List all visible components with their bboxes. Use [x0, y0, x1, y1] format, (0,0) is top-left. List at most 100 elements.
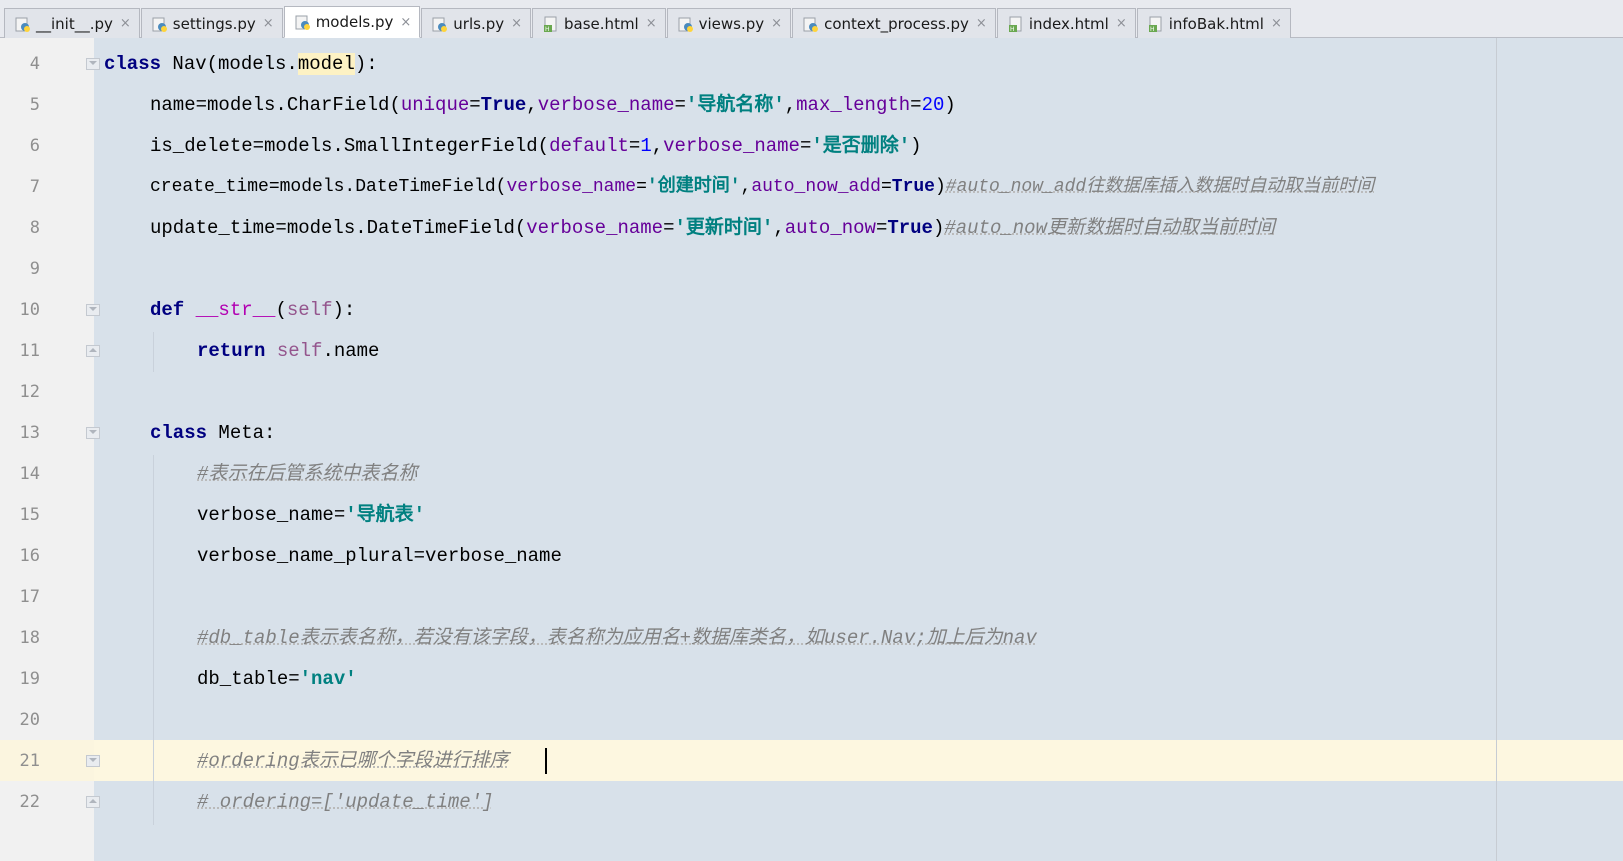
code-text: , [740, 177, 752, 197]
svg-text:H: H [1150, 26, 1155, 32]
tab-label: views.py [698, 14, 765, 33]
code-text: = [875, 217, 888, 239]
close-icon[interactable]: × [646, 16, 657, 31]
string-literal: '导航表' [345, 504, 426, 526]
line-code: class Meta: [150, 413, 275, 454]
python-file-icon [803, 16, 819, 32]
string-literal: '创建时间' [646, 177, 741, 197]
comment: #auto_now更新数据时自动取当前时间 [944, 217, 1275, 239]
text-caret [545, 748, 547, 774]
line-code: #表示在后管系统中表名称 [197, 454, 417, 495]
code-line-current[interactable]: 21 #ordering表示已哪个字段进行排序 [0, 741, 1623, 782]
tab-label: __init__.py [36, 14, 113, 33]
line-code: def __str__(self): [150, 290, 355, 331]
keyword: class [104, 53, 162, 75]
comment: #auto_now_add往数据库插入数据时自动取当前时间 [945, 177, 1375, 197]
code-text: ( [275, 299, 287, 321]
code-line[interactable]: 10 def __str__(self): [0, 290, 1623, 331]
line-number: 10 [19, 300, 40, 320]
code-line[interactable]: 22 # ordering=['update_time'] [0, 782, 1623, 823]
code-line[interactable]: 12 [0, 372, 1623, 413]
code-line[interactable]: 19 db_table='nav' [0, 659, 1623, 700]
comment: #db_table表示表名称，若没有该字段，表名称为应用名+数据库类名，如use… [197, 627, 1037, 649]
code-text: = [799, 135, 812, 157]
code-text: create_time=models.DateTimeField( [150, 177, 507, 197]
tab-models-py[interactable]: models.py × [283, 6, 421, 38]
close-icon[interactable]: × [511, 16, 522, 31]
code-line[interactable]: 14 #表示在后管系统中表名称 [0, 454, 1623, 495]
code-line[interactable]: 20 [0, 700, 1623, 741]
code-line[interactable]: 8 update_time=models.DateTimeField(verbo… [0, 208, 1623, 249]
tab-label: base.html [564, 14, 639, 33]
line-number: 15 [19, 505, 40, 525]
code-text: , [526, 94, 538, 116]
line-number: 13 [19, 423, 40, 443]
code-line[interactable]: 13 class Meta: [0, 413, 1623, 454]
line-number: 6 [29, 136, 40, 156]
code-line[interactable]: 5 name=models.CharField(unique=True,verb… [0, 85, 1623, 126]
tab-init-py[interactable]: __init__.py × [4, 8, 140, 38]
code-line[interactable]: 11 return self.name [0, 331, 1623, 372]
code-text: db_table= [197, 668, 300, 690]
editor-tab-bar: __init__.py × settings.py × models.py × … [0, 0, 1623, 38]
code-text: = [880, 177, 892, 197]
comment: #ordering表示已哪个字段进行排序 [197, 750, 509, 772]
line-number: 17 [19, 587, 40, 607]
code-text: = [636, 177, 647, 197]
tab-label: urls.py [453, 14, 505, 33]
code-line[interactable]: 9 [0, 249, 1623, 290]
highlighted-identifier: model [297, 53, 355, 75]
keyword: class [150, 422, 208, 444]
line-number: 4 [29, 54, 40, 74]
keyword: def [150, 299, 185, 321]
tab-label: settings.py [172, 14, 256, 33]
svg-text:H: H [1010, 26, 1015, 32]
tab-settings-py[interactable]: settings.py × [140, 8, 283, 38]
html-file-icon: H [543, 16, 559, 32]
python-file-icon [295, 14, 311, 30]
tab-label: infoBak.html [1168, 14, 1264, 33]
tab-label: models.py [315, 13, 394, 31]
close-icon[interactable]: × [976, 16, 987, 31]
line-number: 8 [29, 218, 40, 238]
line-code: is_delete=models.SmallIntegerField(defau… [150, 126, 922, 167]
line-code: create_time=models.DateTimeField(verbose… [150, 167, 1374, 208]
close-icon[interactable]: × [120, 16, 131, 31]
code-text: , [784, 94, 797, 116]
close-icon[interactable]: × [400, 15, 411, 30]
function-name: __str__ [195, 299, 276, 321]
line-number: 12 [19, 382, 40, 402]
self-keyword: self [276, 340, 323, 362]
code-line[interactable]: 16 verbose_name_plural=verbose_name [0, 536, 1623, 577]
line-code: name=models.CharField(unique=True,verbos… [150, 85, 956, 126]
line-number: 11 [19, 341, 40, 361]
close-icon[interactable]: × [771, 16, 782, 31]
tab-context-process-py[interactable]: context_process.py × [792, 8, 996, 38]
close-icon[interactable]: × [1116, 16, 1127, 31]
line-number: 5 [29, 95, 40, 115]
tab-base-html[interactable]: H base.html × [532, 8, 666, 38]
code-line[interactable]: 18 #db_table表示表名称，若没有该字段，表名称为应用名+数据库类名，如… [0, 618, 1623, 659]
tab-views-py[interactable]: views.py × [666, 8, 792, 38]
code-text: ): [354, 53, 378, 75]
tab-infobak-html[interactable]: H infoBak.html × [1136, 8, 1291, 38]
kwarg: unique [400, 94, 470, 116]
line-number: 7 [29, 177, 40, 197]
line-number: 19 [19, 669, 40, 689]
line-code: db_table='nav' [197, 659, 357, 700]
code-line[interactable]: 4 class Nav(models.model): [0, 44, 1623, 85]
line-code: return self.name [197, 331, 379, 372]
tab-urls-py[interactable]: urls.py × [421, 8, 532, 38]
kwarg: auto_now [784, 217, 876, 239]
tab-index-html[interactable]: H index.html × [996, 8, 1136, 38]
code-text: , [651, 135, 664, 157]
code-line[interactable]: 7 create_time=models.DateTimeField(verbo… [0, 167, 1623, 208]
code-line[interactable]: 17 [0, 577, 1623, 618]
close-icon[interactable]: × [1271, 16, 1282, 31]
close-icon[interactable]: × [263, 16, 274, 31]
code-line[interactable]: 15 verbose_name='导航表' [0, 495, 1623, 536]
code-line[interactable]: 6 is_delete=models.SmallIntegerField(def… [0, 126, 1623, 167]
line-code: update_time=models.DateTimeField(verbose… [150, 208, 1275, 249]
kwarg: max_length [796, 94, 911, 116]
